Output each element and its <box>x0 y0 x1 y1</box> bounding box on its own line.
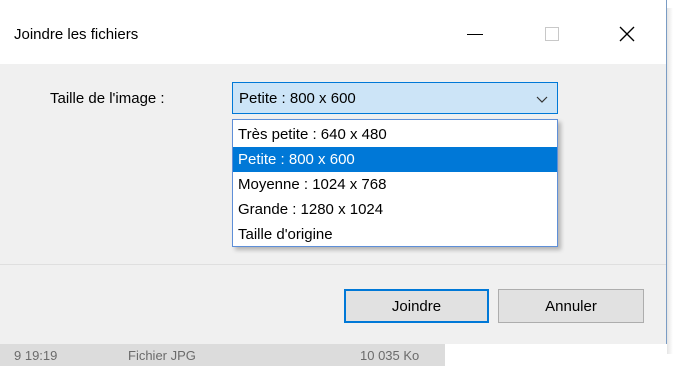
option-large[interactable]: Grande : 1280 x 1024 <box>233 197 557 222</box>
chevron-down-icon <box>536 96 548 103</box>
image-size-label: Taille de l'image : <box>50 90 165 107</box>
image-size-dropdown-list: Très petite : 640 x 480 Petite : 800 x 6… <box>232 119 558 247</box>
image-size-select[interactable]: Petite : 800 x 600 <box>232 82 558 114</box>
minimize-icon <box>467 33 483 35</box>
background-file-size: 10 035 Ko <box>360 348 420 363</box>
dialog-footer: Joindre Annuler <box>0 265 666 344</box>
option-medium[interactable]: Moyenne : 1024 x 768 <box>233 172 557 197</box>
option-original-size[interactable]: Taille d'origine <box>233 222 557 247</box>
image-size-selected-value: Petite : 800 x 600 <box>239 90 356 107</box>
close-button[interactable] <box>604 14 650 54</box>
join-button[interactable]: Joindre <box>344 289 489 323</box>
close-icon <box>619 26 635 42</box>
minimize-button[interactable] <box>452 14 498 54</box>
option-very-small[interactable]: Très petite : 640 x 480 <box>233 122 557 147</box>
maximize-icon <box>545 27 559 41</box>
dialog-shadow <box>667 8 673 354</box>
background-file-row: 9 19:19 Fichier JPG 10 035 Ko <box>0 344 445 366</box>
maximize-button <box>529 14 575 54</box>
dialog-titlebar: Joindre les fichiers <box>0 0 666 64</box>
cancel-button[interactable]: Annuler <box>498 289 644 323</box>
dialog-title: Joindre les fichiers <box>14 26 139 43</box>
option-small[interactable]: Petite : 800 x 600 <box>233 147 557 172</box>
background-file-time: 9 19:19 <box>14 348 58 363</box>
background-file-type: Fichier JPG <box>128 348 196 363</box>
